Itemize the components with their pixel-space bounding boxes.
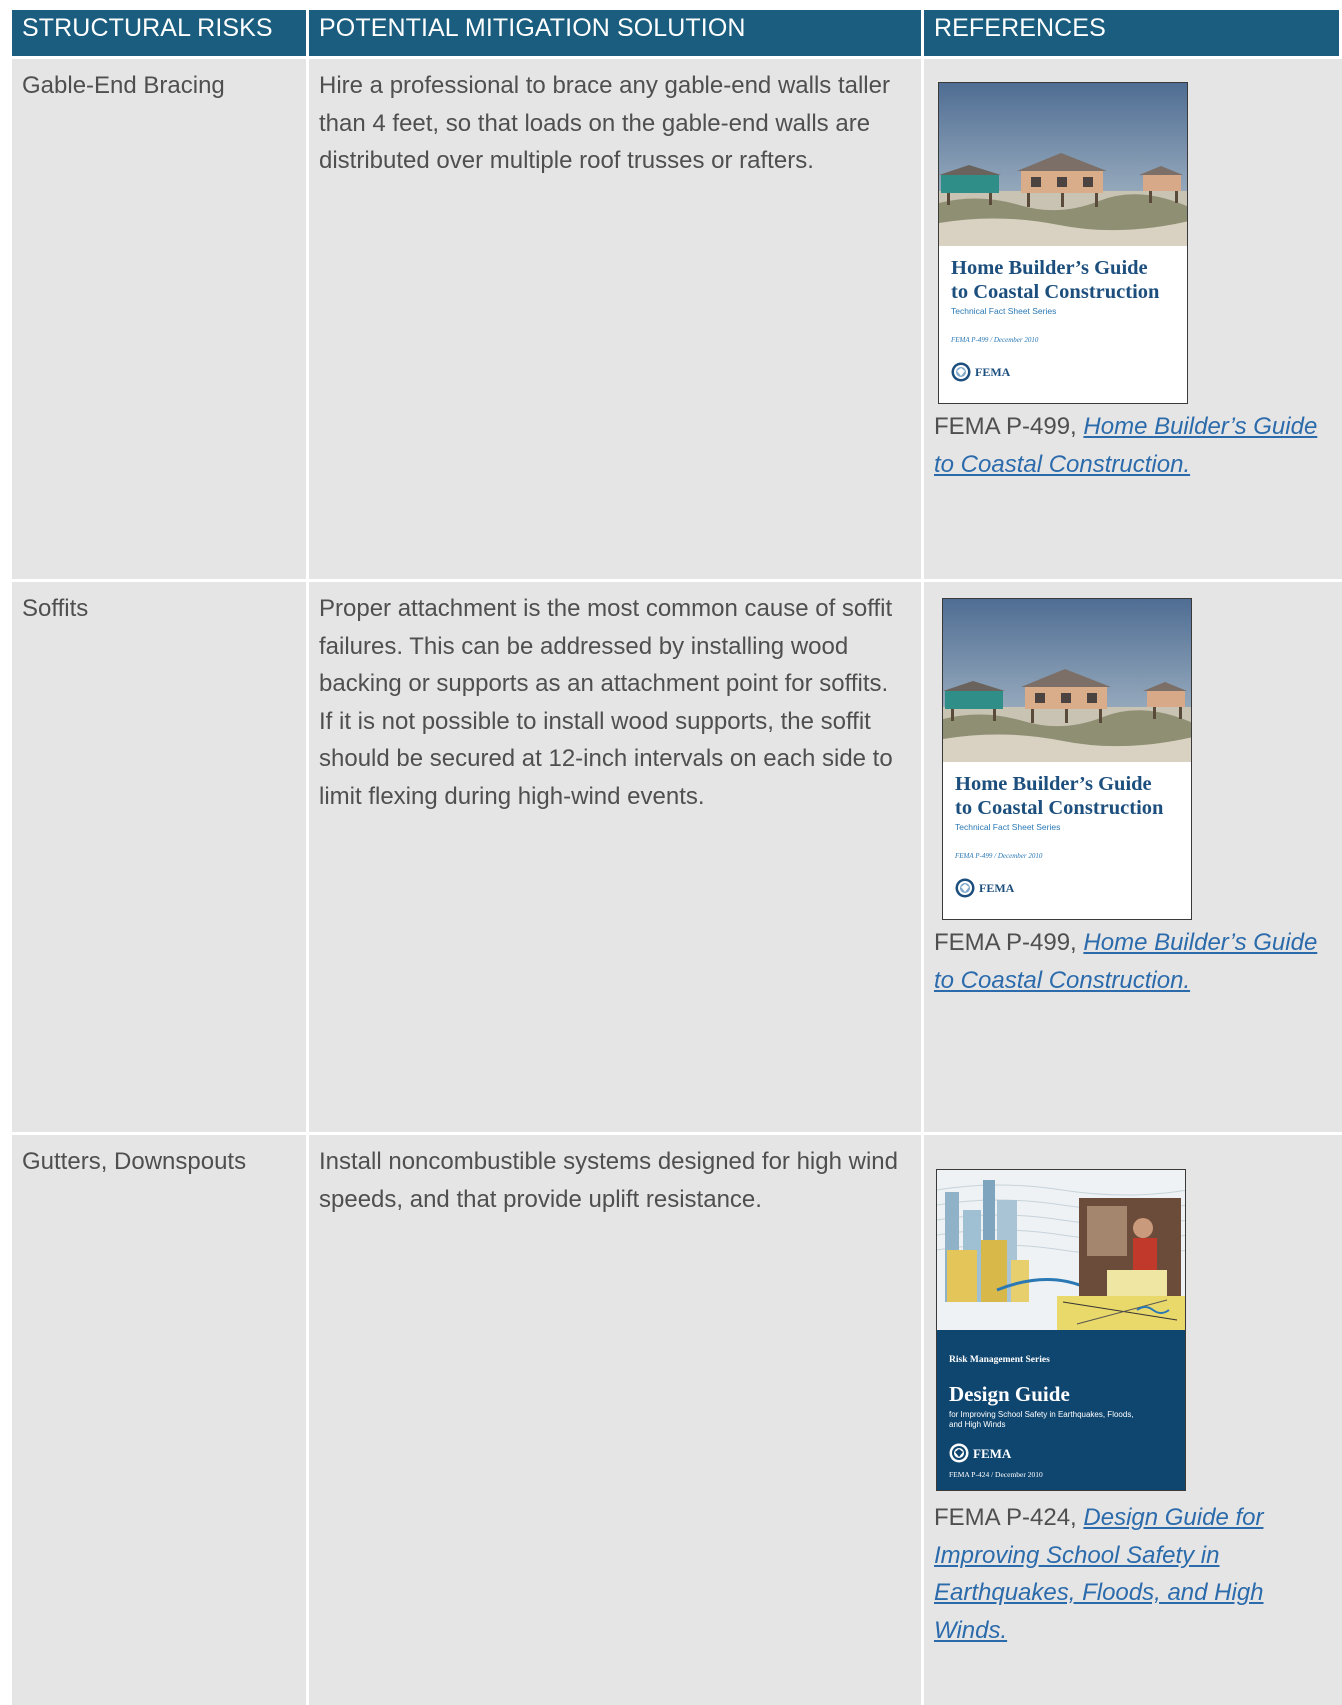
table-row-3-reference: Risk Management Series Design Guide for … bbox=[924, 1132, 1342, 1705]
risk-label: Soffits bbox=[22, 595, 89, 622]
cover-series-label: Risk Management Series bbox=[949, 1355, 1050, 1365]
school-design-collage bbox=[937, 1170, 1185, 1330]
cover-title-line2: to Coastal Construction bbox=[951, 281, 1160, 303]
table-row-2-solution: Proper attachment is the most common cau… bbox=[309, 579, 924, 1132]
fema-logo: FEMA bbox=[955, 870, 1014, 908]
fema-logo: FEMA bbox=[951, 354, 1010, 392]
citation-prefix: FEMA P-499, bbox=[934, 929, 1084, 956]
table-row-1-solution: Hire a professional to brace any gable-e… bbox=[309, 56, 924, 579]
solution-text: Install noncombustible systems designed … bbox=[319, 1148, 898, 1213]
header-mitigation-solution: POTENTIAL MITIGATION SOLUTION bbox=[309, 0, 924, 56]
reference-citation: FEMA P-499, Home Builder’s Guide to Coas… bbox=[934, 924, 1334, 999]
risk-label: Gutters, Downspouts bbox=[22, 1148, 247, 1175]
fema-wordmark: FEMA bbox=[973, 1445, 1012, 1461]
cover-subtitle: Technical Fact Sheet Series bbox=[955, 822, 1061, 832]
citation-prefix: FEMA P-499, bbox=[934, 413, 1084, 440]
beach-houses-photo bbox=[943, 599, 1191, 762]
solution-text: Hire a professional to brace any gable-e… bbox=[319, 72, 890, 174]
dhs-seal-icon bbox=[955, 878, 975, 898]
table-row-2-risk: Soffits bbox=[12, 579, 309, 1132]
cover-subtitle: Technical Fact Sheet Series bbox=[951, 306, 1057, 316]
reference-citation: FEMA P-424, Design Guide for Improving S… bbox=[934, 1499, 1334, 1649]
publication-cover-fema-p499[interactable]: Home Builder’s Guide to Coastal Construc… bbox=[938, 82, 1188, 404]
table-row-3-risk: Gutters, Downspouts bbox=[12, 1132, 309, 1705]
cover-title-line1: Home Builder’s Guide bbox=[955, 773, 1152, 795]
cover-title-line1: Home Builder’s Guide bbox=[951, 257, 1148, 279]
table-row-2-reference: Home Builder’s Guide to Coastal Construc… bbox=[924, 579, 1342, 1132]
beach-houses-photo bbox=[939, 83, 1187, 246]
cover-title: Design Guide bbox=[949, 1381, 1070, 1406]
table-row-1-risk: Gable-End Bracing bbox=[12, 56, 309, 579]
dhs-seal-icon bbox=[949, 1443, 969, 1463]
fema-logo: FEMA bbox=[949, 1435, 1011, 1473]
fema-wordmark: FEMA bbox=[979, 880, 1015, 895]
citation-prefix: FEMA P-424, bbox=[934, 1504, 1084, 1531]
cover-subtitle: for Improving School Safety in Earthquak… bbox=[949, 1409, 1134, 1429]
header-references: REFERENCES bbox=[924, 0, 1342, 56]
fema-wordmark: FEMA bbox=[975, 364, 1011, 379]
table-row-1-reference: Home Builder’s Guide to Coastal Construc… bbox=[924, 56, 1342, 579]
cover-title-line2: to Coastal Construction bbox=[955, 797, 1164, 819]
dhs-seal-icon bbox=[951, 362, 971, 382]
header-structural-risks: STRUCTURAL RISKS bbox=[12, 0, 309, 56]
reference-citation: FEMA P-499, Home Builder’s Guide to Coas… bbox=[934, 408, 1334, 483]
publication-cover-fema-p424[interactable]: Risk Management Series Design Guide for … bbox=[936, 1169, 1186, 1491]
publication-cover-fema-p499[interactable]: Home Builder’s Guide to Coastal Construc… bbox=[942, 598, 1192, 920]
table-row-3-solution: Install noncombustible systems designed … bbox=[309, 1132, 924, 1705]
risk-label: Gable-End Bracing bbox=[22, 72, 225, 99]
mitigation-table: STRUCTURAL RISKS POTENTIAL MITIGATION SO… bbox=[12, 0, 1342, 1705]
solution-text: Proper attachment is the most common cau… bbox=[319, 595, 893, 810]
